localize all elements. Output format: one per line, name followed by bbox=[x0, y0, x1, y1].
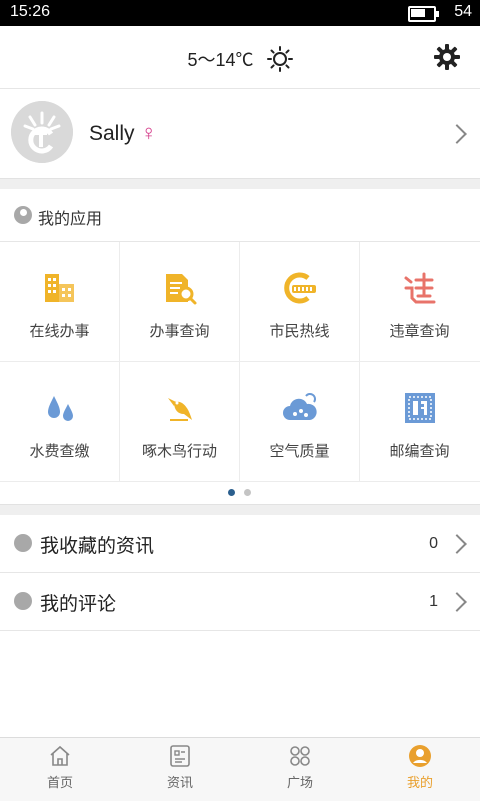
app-label: 邮编查询 bbox=[389, 442, 450, 460]
page-dot-active[interactable] bbox=[228, 489, 235, 496]
tab-label: 广场 bbox=[286, 776, 313, 791]
home-icon bbox=[50, 745, 70, 766]
status-bar: 15:26 54 bbox=[0, 0, 480, 26]
document-search-icon bbox=[166, 274, 197, 305]
top-bar: 5～14℃ bbox=[0, 26, 480, 89]
user-icon bbox=[409, 745, 431, 767]
row-count: 1 bbox=[429, 593, 438, 610]
water-drops-icon bbox=[48, 396, 73, 421]
tab-news[interactable]: 资讯 bbox=[120, 738, 240, 801]
app-label: 违章查询 bbox=[389, 322, 450, 340]
app-service-query[interactable]: 办事查询 bbox=[120, 242, 240, 362]
news-icon bbox=[170, 745, 190, 767]
battery-level: 54 bbox=[454, 3, 472, 20]
tab-label: 我的 bbox=[406, 776, 433, 791]
tab-label: 首页 bbox=[46, 776, 73, 791]
hotline-12345-icon bbox=[284, 272, 316, 304]
section-divider bbox=[0, 178, 480, 189]
app-label: 啄木鸟行动 bbox=[141, 442, 217, 460]
tab-home[interactable]: 首页 bbox=[0, 738, 120, 801]
app-violation-query[interactable]: 违章查询 bbox=[360, 242, 480, 362]
row-favorite-news[interactable]: 我收藏的资讯 0 bbox=[0, 515, 480, 573]
page-dot[interactable] bbox=[244, 489, 251, 496]
username-text: Sally bbox=[89, 122, 135, 145]
chevron-right-icon bbox=[447, 592, 467, 612]
profile-row[interactable]: Sally ♀ bbox=[0, 89, 480, 177]
page-indicator bbox=[0, 482, 480, 504]
row-label: 我收藏的资讯 bbox=[40, 535, 155, 557]
app-label: 在线办事 bbox=[29, 322, 90, 340]
comment-icon bbox=[14, 592, 32, 610]
apps-grid: 在线办事 办事查询 市民热线 违章查询 水费查缴 啄木鸟行动 空气质量 邮编查询 bbox=[0, 242, 480, 482]
woodpecker-icon bbox=[168, 398, 192, 421]
postal-stamp-icon bbox=[405, 393, 435, 423]
avatar-logo-icon bbox=[11, 101, 73, 163]
row-count: 0 bbox=[429, 535, 438, 552]
cloud-icon bbox=[283, 393, 317, 420]
weather-info[interactable]: 5～14℃ bbox=[0, 46, 480, 73]
row-label: 我的评论 bbox=[40, 593, 117, 615]
row-my-comments[interactable]: 我的评论 1 bbox=[0, 573, 480, 631]
female-icon: ♀ bbox=[140, 120, 158, 145]
app-postal-code[interactable]: 邮编查询 bbox=[360, 362, 480, 482]
app-air-quality[interactable]: 空气质量 bbox=[240, 362, 360, 482]
apps-section-icon bbox=[14, 206, 32, 224]
app-label: 市民热线 bbox=[269, 322, 330, 340]
tab-mine[interactable]: 我的 bbox=[360, 738, 480, 801]
sun-icon bbox=[266, 46, 293, 73]
app-label: 水费查缴 bbox=[29, 442, 90, 460]
app-citizen-hotline[interactable]: 市民热线 bbox=[240, 242, 360, 362]
apps-section-title: 我的应用 bbox=[38, 209, 103, 228]
battery-icon bbox=[408, 6, 439, 22]
building-icon bbox=[45, 274, 74, 302]
square-grid-icon bbox=[290, 746, 310, 766]
app-online-service[interactable]: 在线办事 bbox=[0, 242, 120, 362]
apps-section-header: 我的应用 bbox=[0, 189, 480, 242]
app-water-bill[interactable]: 水费查缴 bbox=[0, 362, 120, 482]
violation-icon bbox=[404, 272, 436, 304]
app-woodpecker[interactable]: 啄木鸟行动 bbox=[120, 362, 240, 482]
chevron-right-icon bbox=[447, 124, 467, 144]
app-label: 空气质量 bbox=[269, 442, 330, 460]
tab-label: 资讯 bbox=[166, 776, 193, 791]
avatar[interactable] bbox=[11, 101, 73, 163]
chevron-right-icon bbox=[447, 534, 467, 554]
tab-square[interactable]: 广场 bbox=[240, 738, 360, 801]
username: Sally ♀ bbox=[89, 120, 157, 146]
favorite-news-icon bbox=[14, 534, 32, 552]
gear-icon[interactable] bbox=[434, 44, 460, 70]
weather-temperature: 5～14℃ bbox=[187, 50, 254, 70]
app-label: 办事查询 bbox=[149, 322, 210, 340]
status-time: 15:26 bbox=[10, 3, 51, 20]
section-divider bbox=[0, 504, 480, 515]
bottom-tab-bar: 首页 资讯 广场 我的 bbox=[0, 737, 480, 801]
